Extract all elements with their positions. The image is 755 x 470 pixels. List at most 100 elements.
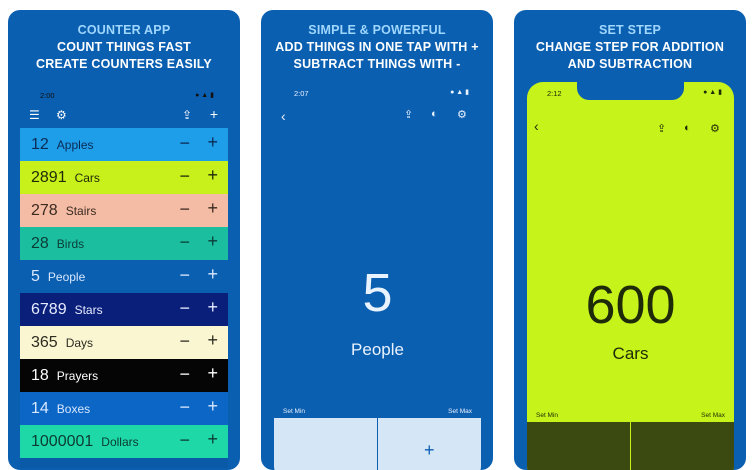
- increment-button[interactable]: +: [207, 330, 218, 351]
- counter-name: Stars: [74, 302, 103, 317]
- increment-button[interactable]: +: [207, 396, 218, 417]
- counter-value: 600: [585, 275, 676, 335]
- share-icon[interactable]: ⇪: [657, 122, 666, 135]
- menu-icon[interactable]: ☰: [29, 108, 40, 122]
- caption-line-2: AND SUBTRACTION: [567, 57, 693, 71]
- counter-row[interactable]: 2891 Cars − +: [20, 161, 228, 194]
- screenshot-panel-counter-list: COUNTER APP COUNT THINGS FAST CREATE COU…: [8, 10, 240, 470]
- set-min-label[interactable]: Set Min: [283, 408, 305, 415]
- settings-icon[interactable]: ⚙: [56, 108, 67, 122]
- counter-name: Cars: [74, 170, 100, 185]
- decrement-button[interactable]: −: [179, 199, 190, 220]
- panel-caption: SET STEP CHANGE STEP FOR ADDITION AND SU…: [514, 22, 746, 73]
- counter-row[interactable]: 28 Birds − +: [20, 227, 228, 260]
- counter-value: 14: [31, 399, 49, 417]
- counter-name: People: [47, 269, 86, 284]
- caption-line-1: COUNT THINGS FAST: [57, 40, 191, 54]
- increment-button[interactable]: +: [378, 418, 481, 470]
- increment-button[interactable]: +: [207, 297, 218, 318]
- plus-icon: +: [424, 440, 435, 460]
- increment-button[interactable]: +: [207, 165, 218, 186]
- counter-name: Days: [65, 335, 94, 350]
- back-icon[interactable]: ‹: [534, 118, 539, 134]
- decrement-button[interactable]: −: [179, 364, 190, 385]
- counter-row[interactable]: 278 Stairs − +: [20, 194, 228, 227]
- decrement-button[interactable]: −: [179, 397, 190, 418]
- counter-name: Dollars: [101, 434, 139, 449]
- decrement-button[interactable]: −: [179, 331, 190, 352]
- counter-name: People: [351, 340, 404, 359]
- counter-value: 5: [31, 267, 40, 285]
- increment-button[interactable]: +: [207, 231, 218, 252]
- counter-value: 1000001: [31, 432, 94, 450]
- panel-caption: SIMPLE & POWERFUL ADD THINGS IN ONE TAP …: [261, 22, 493, 73]
- increment-button[interactable]: +: [207, 264, 218, 285]
- palette-icon[interactable]: ◐: [684, 122, 691, 134]
- counter-name: Boxes: [56, 401, 91, 416]
- counter-row[interactable]: 1000001 Dollars − +: [20, 425, 228, 458]
- counter-value: 18: [31, 366, 49, 384]
- screenshot-panel-single-counter: SIMPLE & POWERFUL ADD THINGS IN ONE TAP …: [261, 10, 493, 470]
- increment-button[interactable]: +: [207, 198, 218, 219]
- settings-icon[interactable]: ⚙: [457, 108, 467, 121]
- back-icon[interactable]: ‹: [281, 108, 286, 124]
- decrement-button[interactable]: −: [179, 430, 190, 451]
- counter-name: Cars: [612, 344, 649, 363]
- set-max-label[interactable]: Set Max: [448, 408, 472, 415]
- phone-screen: 2:07 ● ▲ ▮ ‹ ⇪ ◐ ⚙ 5 People Set Min Set …: [274, 82, 481, 470]
- counter-row[interactable]: 12 Apples − +: [20, 128, 228, 161]
- settings-icon[interactable]: ⚙: [710, 122, 720, 135]
- counter-name: Prayers: [56, 368, 99, 383]
- phone-notch: [577, 82, 684, 100]
- phone-screen: 2:12 ● ▲ ▮ ‹ ⇪ ◐ ⚙ 600 Cars Set Min Set …: [527, 82, 734, 470]
- counter-row[interactable]: 14 Boxes − +: [20, 392, 228, 425]
- caption-line-2: SUBTRACT THINGS WITH -: [293, 57, 461, 71]
- phone-notch: [324, 82, 431, 100]
- counter-name: Stairs: [65, 203, 97, 218]
- status-time: 2:12: [547, 89, 562, 98]
- counter-value: 28: [31, 234, 49, 252]
- counter-value: 278: [31, 201, 58, 219]
- decrement-button[interactable]: −: [179, 166, 190, 187]
- counter-value: 6789: [31, 300, 67, 318]
- decrement-button[interactable]: −: [179, 133, 190, 154]
- increment-button[interactable]: +: [207, 132, 218, 153]
- status-icons: ● ▲ ▮: [195, 92, 214, 99]
- palette-icon[interactable]: ◐: [431, 108, 438, 120]
- counter-row[interactable]: 18 Prayers − +: [20, 359, 228, 392]
- counter-row[interactable]: 365 Days − +: [20, 326, 228, 359]
- counter-value: 365: [31, 333, 58, 351]
- add-icon[interactable]: +: [210, 106, 218, 122]
- counter-row[interactable]: 6789 Stars − +: [20, 293, 228, 326]
- status-icons: ● ▲ ▮: [703, 89, 722, 96]
- counter-row[interactable]: 5 People − +: [20, 260, 228, 293]
- counter-name: Birds: [56, 236, 85, 251]
- counter-name: Apples: [56, 137, 94, 152]
- caption-line-2: CREATE COUNTERS EASILY: [36, 57, 212, 71]
- decrement-button[interactable]: [527, 422, 630, 470]
- caption-headline: SIMPLE & POWERFUL: [308, 23, 446, 37]
- caption-headline: COUNTER APP: [77, 23, 171, 37]
- caption-line-1: ADD THINGS IN ONE TAP WITH +: [275, 40, 479, 54]
- decrement-button[interactable]: −: [179, 265, 190, 286]
- decrement-button[interactable]: −: [179, 298, 190, 319]
- increment-button[interactable]: [631, 422, 734, 470]
- status-time: 2:00: [40, 91, 55, 100]
- phone-screen: 2:00 ● ▲ ▮ ☰ ⚙ ⇪ + 12 Apples − +2891 Cars − +2…: [20, 88, 228, 468]
- status-icons: ● ▲ ▮: [450, 89, 469, 96]
- toolbar: ☰ ⚙ ⇪ +: [20, 106, 228, 126]
- increment-button[interactable]: +: [207, 363, 218, 384]
- counter-value: 12: [31, 135, 49, 153]
- counter-value: 2891: [31, 168, 67, 186]
- share-icon[interactable]: ⇪: [404, 108, 413, 121]
- screenshot-panel-set-step: SET STEP CHANGE STEP FOR ADDITION AND SU…: [514, 10, 746, 470]
- increment-button[interactable]: +: [207, 429, 218, 450]
- share-icon[interactable]: ⇪: [182, 108, 192, 122]
- decrement-button[interactable]: −: [179, 232, 190, 253]
- panel-caption: COUNTER APP COUNT THINGS FAST CREATE COU…: [8, 22, 240, 73]
- counter-value: 5: [362, 263, 393, 323]
- decrement-button[interactable]: [274, 418, 377, 470]
- set-min-label[interactable]: Set Min: [536, 412, 558, 419]
- set-max-label[interactable]: Set Max: [701, 412, 725, 419]
- caption-line-1: CHANGE STEP FOR ADDITION: [535, 40, 725, 54]
